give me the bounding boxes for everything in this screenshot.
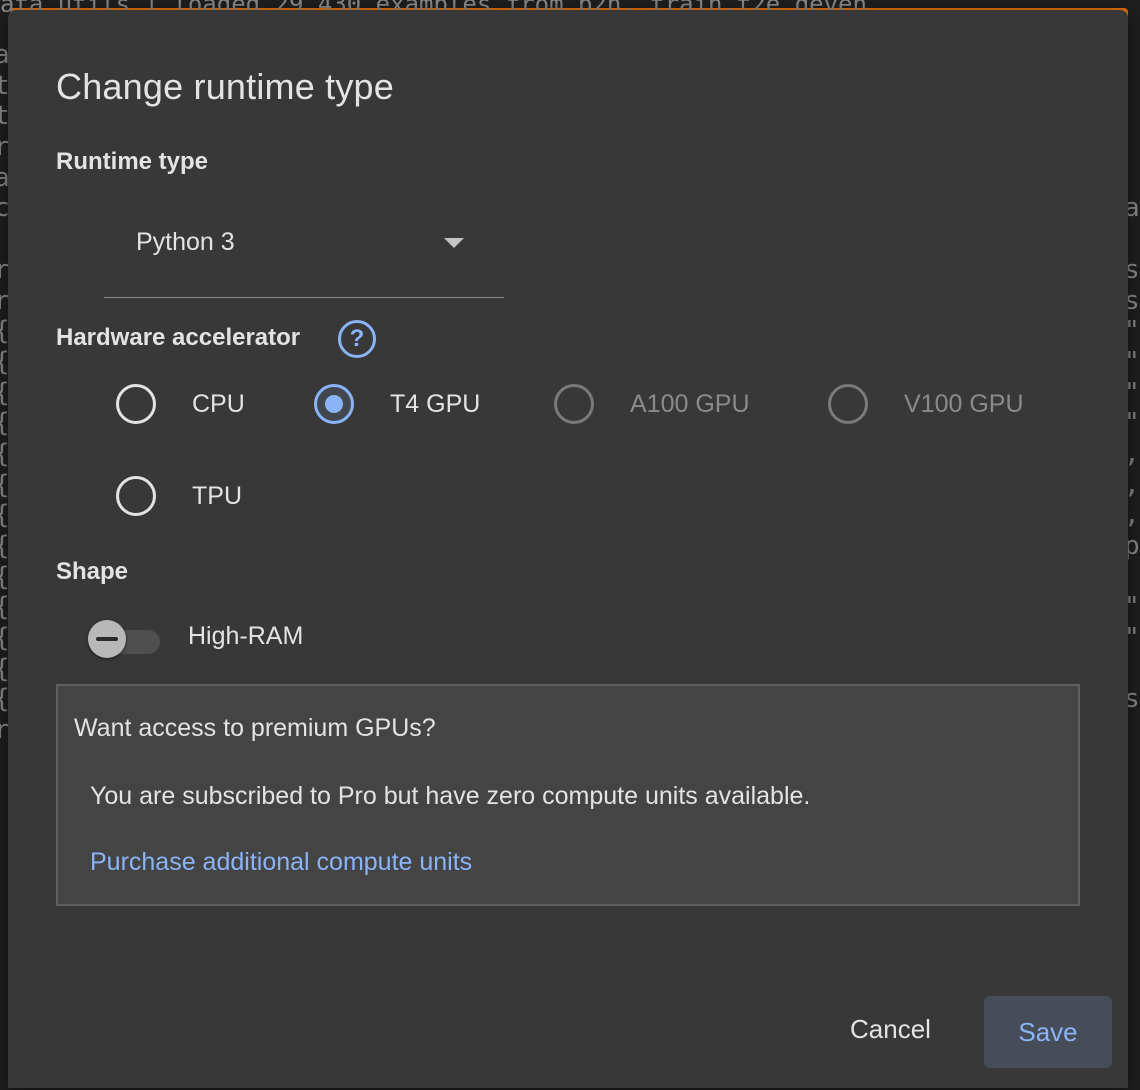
toggle-off-icon[interactable] (88, 620, 126, 658)
premium-notice-text: You are subscribed to Pro but have zero … (90, 782, 811, 810)
cancel-button[interactable]: Cancel (850, 1014, 931, 1045)
hardware-accelerator-label: Hardware accelerator (56, 324, 301, 351)
dialog-title: Change runtime type (56, 66, 394, 107)
radio-circle-disabled (828, 384, 868, 424)
radio-circle[interactable] (116, 384, 156, 424)
purchase-compute-link[interactable]: Purchase additional compute units (90, 848, 472, 877)
radio-label: CPU (192, 390, 245, 418)
radio-circle[interactable] (116, 476, 156, 516)
radio-label: A100 GPU (630, 390, 750, 418)
premium-notice-title: Want access to premium GPUs? (74, 714, 436, 742)
help-icon[interactable]: ? (338, 320, 376, 358)
high-ram-toggle[interactable] (88, 620, 162, 658)
radio-circle-checked[interactable] (314, 384, 354, 424)
radio-label: TPU (192, 482, 242, 510)
caret-down-icon (444, 238, 464, 248)
change-runtime-dialog: Change runtime type Runtime type Python … (8, 10, 1128, 1088)
runtime-type-select[interactable]: Python 3 (104, 210, 504, 298)
save-button[interactable]: Save (984, 996, 1112, 1068)
radio-label: T4 GPU (390, 390, 481, 418)
runtime-type-value: Python 3 (136, 228, 235, 256)
radio-label: V100 GPU (904, 390, 1024, 418)
runtime-type-label: Runtime type (56, 148, 209, 175)
radio-circle-disabled (554, 384, 594, 424)
premium-gpu-notice: Want access to premium GPUs? You are sub… (56, 684, 1080, 906)
high-ram-label: High-RAM (188, 622, 304, 650)
shape-label: Shape (56, 558, 129, 585)
